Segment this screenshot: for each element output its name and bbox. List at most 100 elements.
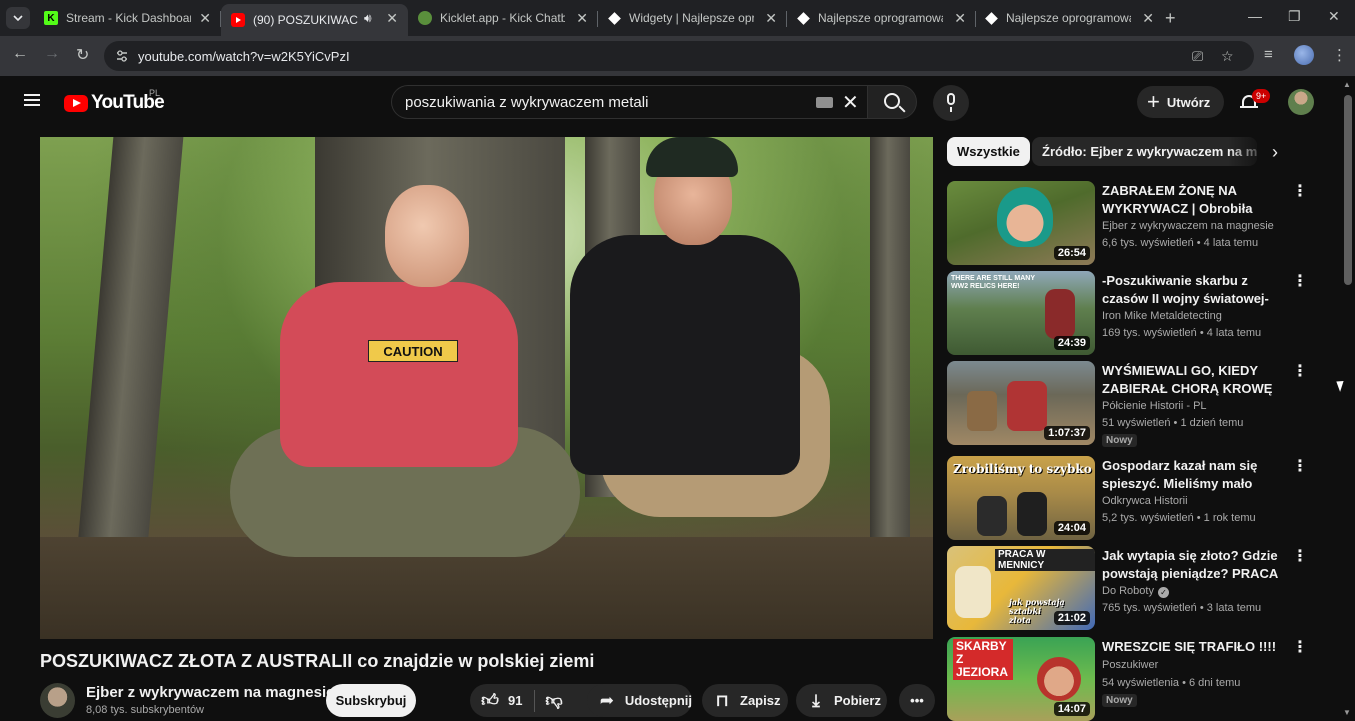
close-tab-icon[interactable]: ✕ [199,10,211,27]
rec-channel[interactable]: Odkrywca Historii [1102,495,1188,507]
save-button[interactable]: ⊓ Zapisz [702,684,788,717]
share-label: Udostępnij [624,693,692,708]
rec-channel[interactable]: Półcienie Historii - PL [1102,400,1207,412]
restore-icon[interactable]: ❐ [1288,8,1301,25]
back-icon[interactable]: ← [12,45,28,63]
download-label: Pobierz [834,693,881,708]
video-thumbnail[interactable]: 1:07:37 [947,361,1095,445]
minimize-icon[interactable]: — [1248,8,1262,24]
new-tab-button[interactable]: + [1165,8,1176,29]
video-thumbnail[interactable]: SKARBY Z JEZIORA 14:07 [947,637,1095,721]
recommended-video[interactable]: PRACA W MENNICY jak powstają sztabki zło… [947,546,1308,630]
person-thumbnail [977,496,1007,536]
video-thumbnail[interactable]: Zrobiliśmy to szybko 24:04 [947,456,1095,540]
thumbs-down-icon[interactable]: 👎︎ [544,691,564,711]
site-settings-icon[interactable] [114,48,130,64]
video-thumbnail[interactable]: THERE ARE STILL MANY WW2 RELICS HERE! 24… [947,271,1095,355]
more-vertical-icon[interactable]: ⋮ [1292,274,1308,290]
thumbs-up-icon[interactable]: 👍︎ [480,691,500,711]
thumbnail-caption: PRACA W MENNICY [995,549,1095,571]
close-tab-icon[interactable]: ✕ [765,10,777,27]
rec-title[interactable]: Gospodarz kazał nam się spieszyć. Mieliś… [1102,457,1282,493]
rec-title[interactable]: ZABRAŁEM ŻONĘ NA WYKRYWACZ | Obrobiła de… [1102,182,1282,218]
browser-profile-avatar[interactable] [1294,45,1314,65]
more-vertical-icon[interactable]: ⋮ [1292,184,1308,200]
media-control-icon[interactable]: ≡ [1264,46,1273,63]
reload-icon[interactable]: ↻ [76,45,89,65]
recommended-video[interactable]: 1:07:37 WYŚMIEWALI GO, KIEDY ZABIERAŁ CH… [947,361,1308,447]
close-tab-icon[interactable]: ✕ [1142,10,1154,27]
channel-name[interactable]: Ejber z wykrywaczem na magnesie [86,684,334,701]
scroll-up-icon[interactable]: ▲ [1343,80,1351,89]
speaker-icon[interactable]: 🔊︎ [364,11,372,26]
subscribe-button[interactable]: Subskrybuj [326,684,416,717]
person-shirt: CAUTION [280,282,518,467]
search-button[interactable] [867,85,917,119]
browser-menu-icon[interactable]: ⋮ [1332,46,1347,64]
rec-title[interactable]: WRESZCIE SIĘ TRAFIŁO !!!! [1102,638,1282,656]
person-thumbnail [1045,289,1075,339]
tab-search-button[interactable] [6,7,30,29]
search-query-text: poszukiwania z wykrywaczem metali [405,94,649,111]
tab-title: (90) POSZUKIWACZ ZŁ [253,13,358,27]
scrollbar-thumb[interactable] [1344,95,1352,285]
recommended-video[interactable]: Zrobiliśmy to szybko 24:04 Gospodarz kaz… [947,456,1308,540]
duration-badge: 21:02 [1053,611,1090,625]
forward-icon[interactable]: → [44,45,60,63]
clear-search-icon[interactable]: ✕ [842,90,859,115]
diamond-icon [984,11,998,25]
chip-source[interactable]: Źródło: Ejber z wykrywaczem na magnesie [1032,137,1257,166]
close-tab-icon[interactable]: ✕ [576,10,588,27]
person-thumbnail [1017,492,1047,536]
hamburger-menu-icon[interactable] [24,94,40,106]
video-player[interactable]: CAUTION [40,137,933,639]
more-actions-button[interactable]: ••• [899,684,935,717]
like-count[interactable]: 91 [508,693,522,708]
video-thumbnail[interactable]: PRACA W MENNICY jak powstają sztabki zło… [947,546,1095,630]
close-window-icon[interactable]: ✕ [1328,8,1340,25]
more-vertical-icon[interactable]: ⋮ [1292,549,1308,565]
browser-tab[interactable]: Widgety | Najlepsze oprog ✕ [597,4,785,32]
recommended-video[interactable]: 26:54 ZABRAŁEM ŻONĘ NA WYKRYWACZ | Obrob… [947,181,1308,265]
browser-tab-active[interactable]: (90) POSZUKIWACZ ZŁ 🔊︎ ✕ [221,4,408,36]
rec-channel[interactable]: Ejber z wykrywaczem na magnesie [1102,220,1274,232]
browser-tab[interactable]: Najlepsze oprogramowani ✕ [786,4,974,32]
chevron-right-icon[interactable]: › [1272,142,1278,163]
chip-all[interactable]: Wszystkie [947,137,1030,166]
browser-tab[interactable]: Najlepsze oprogramowani ✕ [974,4,1162,32]
bookmark-star-icon[interactable]: ☆ [1221,48,1234,65]
share-button[interactable]: ➦ Udostępnij [587,684,692,717]
duration-badge: 26:54 [1053,246,1090,260]
close-tab-icon[interactable]: ✕ [386,10,398,27]
create-button[interactable]: + Utwórz [1137,86,1224,118]
keyboard-icon[interactable] [816,97,833,108]
rec-channel[interactable]: Do Roboty ✓ [1102,585,1169,598]
install-app-icon[interactable]: ⎚ [1192,48,1203,65]
more-vertical-icon[interactable]: ⋮ [1292,640,1308,656]
scroll-down-icon[interactable]: ▼ [1343,708,1351,717]
browser-tab-strip: K Stream - Kick Dashboard ✕ (90) POSZUKI… [0,0,1355,36]
rec-channel[interactable]: Iron Mike Metaldetecting [1102,310,1222,322]
rec-title[interactable]: Jak wytapia się złoto? Gdzie powstają pi… [1102,547,1282,583]
voice-search-button[interactable] [933,85,969,121]
search-input[interactable]: poszukiwania z wykrywaczem metali ✕ [391,85,868,119]
more-vertical-icon[interactable]: ⋮ [1292,364,1308,380]
address-bar[interactable]: youtube.com/watch?v=w2K5YiCvPzI ⎚ ☆ [104,41,1254,71]
browser-tab[interactable]: K Stream - Kick Dashboard ✕ [34,4,219,32]
rec-channel[interactable]: Poszukiwer [1102,659,1158,671]
bookmark-icon: ⊓ [715,690,729,710]
rec-title[interactable]: -Poszukiwanie skarbu z czasów II wojny ś… [1102,272,1282,308]
new-badge: Nowy [1102,434,1137,447]
account-avatar[interactable] [1288,89,1314,115]
close-tab-icon[interactable]: ✕ [954,10,966,27]
tab-title: Najlepsze oprogramowani [1006,11,1131,25]
download-button[interactable]: ⤓ Pobierz [796,684,887,717]
rec-title[interactable]: WYŚMIEWALI GO, KIEDY ZABIERAŁ CHORĄ KROW… [1102,362,1282,398]
browser-tab[interactable]: Kicklet.app - Kick Chatbot ✕ [408,4,596,32]
channel-avatar[interactable] [40,683,75,718]
recommended-video[interactable]: THERE ARE STILL MANY WW2 RELICS HERE! 24… [947,271,1308,355]
more-vertical-icon[interactable]: ⋮ [1292,459,1308,475]
recommended-video[interactable]: SKARBY Z JEZIORA 14:07 WRESZCIE SIĘ TRAF… [947,637,1308,721]
video-thumbnail[interactable]: 26:54 [947,181,1095,265]
create-label: Utwórz [1166,94,1211,110]
